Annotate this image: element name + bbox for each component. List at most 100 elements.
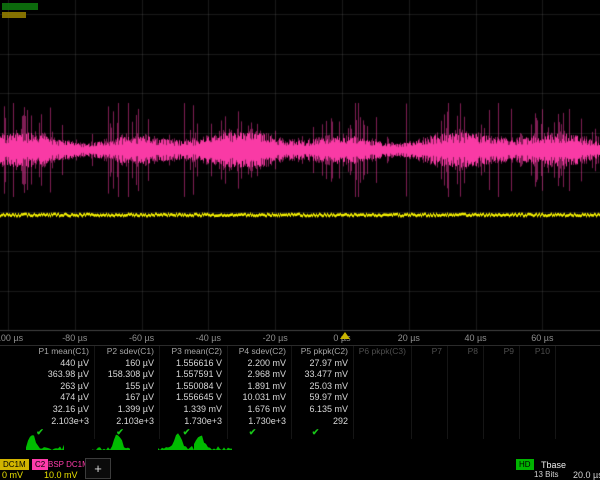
channel2-chip[interactable]: C2 <box>32 459 48 470</box>
param-header-7[interactable]: P7 <box>412 346 448 358</box>
measure-value <box>484 358 520 370</box>
time-axis-label: -40 µs <box>176 333 240 343</box>
measure-value <box>354 369 412 381</box>
measure-value <box>484 416 520 428</box>
measure-value: 167 µV <box>95 392 160 404</box>
measure-value: 263 µV <box>0 381 95 393</box>
param-header-9[interactable]: P9 <box>484 346 520 358</box>
measure-value <box>412 369 448 381</box>
measure-value <box>412 381 448 393</box>
param-header-6[interactable]: P6 pkpk(C3) <box>354 346 412 358</box>
measure-value <box>412 358 448 370</box>
measure-value <box>448 369 484 381</box>
measure-value: 25.03 mV <box>292 381 354 393</box>
measure-value: 2.103e+3 <box>95 416 160 428</box>
param-header-4[interactable]: P4 sdev(C2) <box>228 346 292 358</box>
table-row: 363.98 µV158.308 µV1.557591 V2.968 mV33.… <box>0 369 600 381</box>
measure-value: 1.557591 V <box>160 369 228 381</box>
measurement-table: P1 mean(C1)P2 sdev(C1)P3 mean(C2)P4 sdev… <box>0 345 600 439</box>
table-row: 263 µV155 µV1.550084 V1.891 mV25.03 mV <box>0 381 600 393</box>
channel1-coupling-chip[interactable]: DC1M <box>0 459 29 470</box>
measure-value <box>520 381 556 393</box>
measure-value <box>354 392 412 404</box>
time-axis-label: -60 µs <box>110 333 174 343</box>
histicon[interactable] <box>26 431 64 455</box>
measure-value: 160 µV <box>95 358 160 370</box>
timebase-scale-value: 20.0 µs <box>573 470 600 480</box>
param-header-5[interactable]: P5 pkpk(C2) <box>292 346 354 358</box>
hd-mode-badge: HD <box>516 459 534 470</box>
measure-value <box>484 404 520 416</box>
time-axis-label: -100 µs <box>0 333 40 343</box>
histicon[interactable] <box>92 431 130 455</box>
adc-bits-value: 13 Bits <box>534 470 558 479</box>
measure-value <box>412 404 448 416</box>
param-header-10[interactable]: P10 <box>520 346 556 358</box>
measure-value <box>484 369 520 381</box>
measure-value: 10.031 mV <box>228 392 292 404</box>
channel1-scale-value: 10.0 mV <box>44 470 78 480</box>
time-axis-label: 40 µs <box>444 333 508 343</box>
add-trace-button[interactable]: + <box>85 458 111 479</box>
measure-value <box>520 358 556 370</box>
measure-value: 474 µV <box>0 392 95 404</box>
measure-value: 363.98 µV <box>0 369 95 381</box>
measure-value: 2.968 mV <box>228 369 292 381</box>
histicon[interactable] <box>194 431 232 455</box>
time-axis-label: 60 µs <box>510 333 574 343</box>
measure-value <box>354 381 412 393</box>
measure-value: 158.308 µV <box>95 369 160 381</box>
descriptor-bar: DC1M C2 BSP DC1M 0 mV 10.0 mV + HD Tbase… <box>0 458 600 480</box>
trigger-time-marker-icon[interactable] <box>340 332 350 339</box>
measure-value: 27.97 mV <box>292 358 354 370</box>
measure-value <box>354 404 412 416</box>
measure-value: 33.477 mV <box>292 369 354 381</box>
measure-value: 1.676 mV <box>228 404 292 416</box>
measure-value <box>448 404 484 416</box>
measure-value <box>520 404 556 416</box>
top-left-green-badge <box>2 3 38 10</box>
param-header-2[interactable]: P2 sdev(C1) <box>95 346 160 358</box>
measure-value <box>448 416 484 428</box>
param-header-3[interactable]: P3 mean(C2) <box>160 346 228 358</box>
measure-value: 2.200 mV <box>228 358 292 370</box>
measure-value: 6.135 mV <box>292 404 354 416</box>
measure-value <box>484 381 520 393</box>
measure-value <box>412 416 448 428</box>
time-axis-label: -20 µs <box>243 333 307 343</box>
measure-value <box>448 358 484 370</box>
time-axis-label: -80 µs <box>43 333 107 343</box>
measure-value <box>448 381 484 393</box>
measure-value: 1.339 mV <box>160 404 228 416</box>
measure-value <box>448 392 484 404</box>
measure-value: 1.556616 V <box>160 358 228 370</box>
table-row: P1 mean(C1)P2 sdev(C1)P3 mean(C2)P4 sdev… <box>0 346 600 358</box>
channel2-coupling-label[interactable]: BSP DC1M <box>48 460 89 469</box>
measure-value: 155 µV <box>95 381 160 393</box>
param-header-8[interactable]: P8 <box>448 346 484 358</box>
measure-value: 1.730e+3 <box>160 416 228 428</box>
histicon[interactable] <box>158 431 196 455</box>
table-row: 2.103e+32.103e+31.730e+31.730e+3292 <box>0 416 600 428</box>
measure-value <box>520 369 556 381</box>
measure-value <box>412 392 448 404</box>
measure-value: 32.16 µV <box>0 404 95 416</box>
measure-value: 59.97 mV <box>292 392 354 404</box>
measure-value: 292 <box>292 416 354 428</box>
histicons-row <box>0 434 600 457</box>
top-left-yellow-badge <box>2 12 26 18</box>
measure-value: 1.891 mV <box>228 381 292 393</box>
measure-value: 1.550084 V <box>160 381 228 393</box>
measure-value <box>354 358 412 370</box>
table-row: 440 µV160 µV1.556616 V2.200 mV27.97 mV <box>0 358 600 370</box>
waveform-display[interactable] <box>0 0 600 332</box>
timebase-label[interactable]: Tbase <box>541 460 566 470</box>
measure-value: 1.399 µV <box>95 404 160 416</box>
time-axis-label: 20 µs <box>377 333 441 343</box>
measure-value: 1.556645 V <box>160 392 228 404</box>
measure-value <box>520 392 556 404</box>
measure-value: 1.730e+3 <box>228 416 292 428</box>
measure-value <box>484 392 520 404</box>
param-header-1[interactable]: P1 mean(C1) <box>0 346 95 358</box>
measure-value: 440 µV <box>0 358 95 370</box>
